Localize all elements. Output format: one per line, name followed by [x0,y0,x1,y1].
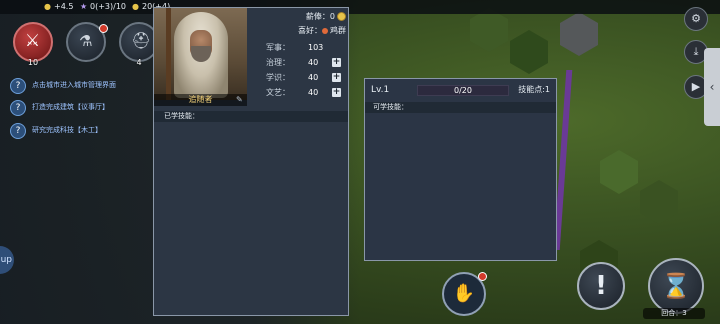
salary-row: 薪俸：0 [254,11,346,23]
learnable-skills-header: 可学技能： [365,102,556,113]
learned-skills-label: 已学技能： [164,112,199,120]
hobby-label: 喜好： [298,26,322,35]
skill-header: Lv.1 0/20 技能点:1 [365,79,556,101]
quest-text: 点击城市进入城市管理界面 [32,81,116,89]
learned-skills-header: 已学技能： [154,111,348,122]
quest-text: 打造完成建筑【议事厅】 [32,103,109,111]
stat-value: 40 [308,58,319,67]
skill-panel: Lv.1 0/20 技能点:1 可学技能： [364,78,557,261]
stat-value: 40 [308,73,319,82]
stat-row-military: 军事： 103 [254,41,346,54]
increase-knowledge-button[interactable]: + [332,73,341,82]
stat-label: 军事： [266,43,290,52]
generals-count: 4 [136,58,142,67]
skill-level: Lv.1 [371,85,390,95]
exclamation-icon: ! [595,271,607,301]
stat-label: 治理： [266,58,290,67]
side-drawer-toggle[interactable]: ‹ [704,48,720,126]
stat-label: 学识： [266,73,290,82]
crossed-swords-icon: ⚔ [25,31,41,51]
stat-row-arts: 文艺： 40 + [254,86,346,99]
income-value: +4.5 [54,2,74,11]
interact-button[interactable]: ✋ [442,272,487,316]
hand-icon: ✋ [452,283,476,304]
food-icon: ● [132,2,139,11]
question-icon: ? [10,78,26,94]
advisor-button[interactable]: ⚗ [66,22,108,62]
play-icon: ▶ [691,80,701,93]
stat-row-knowledge: 学识： 40 + [254,71,346,84]
battle-count: 10 [27,58,39,67]
hobby-row: 喜好： 鸡群 [254,25,346,37]
xp-text: 0/20 [454,86,472,95]
star-icon: ★ [80,2,88,11]
skill-points: 技能点:1 [518,85,550,94]
edit-name-icon[interactable]: ✎ [236,96,244,104]
quest-item[interactable]: ? 打造完成建筑【议事厅】 [10,99,150,116]
learnable-skills-label: 可学技能： [373,103,408,111]
stat-row-governance: 治理： 40 + [254,56,346,69]
coin-icon: ● [44,2,51,11]
settings-button[interactable]: ⚙ [684,7,708,31]
notification-dot [478,272,487,281]
chevron-left-icon: ‹ [709,80,715,94]
name-bar: 追随者 ✎ [154,94,247,106]
alert-button[interactable]: ! [577,262,625,310]
helmet-icon: ⛑ [131,31,152,50]
hourglass-icon: ⌛ [661,272,691,300]
salary-value: 0 [329,12,335,21]
stat-label: 文艺： [266,88,290,97]
character-name: 追随者 [188,95,213,104]
potion-icon: ⚗ [79,32,93,50]
turn-counter: 回合：3 [643,308,705,319]
quick-label: up [0,255,12,265]
increase-governance-button[interactable]: + [332,58,341,67]
resource-bar: ● +4.5 ★ 0(+3)/10 ● 20(+4) [0,0,720,14]
quest-text: 研究完成科技【木工】 [32,126,102,134]
salary-label: 薪俸： [305,12,330,21]
gear-icon: ⚙ [691,12,701,25]
question-icon: ? [10,100,26,116]
character-portrait [154,8,247,100]
end-turn-button[interactable]: ⌛ [648,258,704,314]
quest-item[interactable]: ? 点击城市进入城市管理界面 [10,77,150,94]
stat-value: 103 [308,43,324,52]
notification-dot [99,24,108,33]
download-icon: ⤓ [693,45,699,58]
hobby-icon [322,27,328,34]
coin-icon [337,12,346,21]
question-icon: ? [10,123,26,139]
xp-bar: 0/20 [417,85,509,96]
character-panel: 追随者 ✎ 薪俸：0 喜好： 鸡群 军事： 103 治理： 40 + 学识： 40… [153,7,349,316]
battle-button[interactable]: ⚔ 10 [13,22,53,67]
stat-value: 40 [308,88,319,97]
increase-arts-button[interactable]: + [332,88,341,97]
quest-item[interactable]: ? 研究完成科技【木工】 [10,122,150,139]
hobby-value: 鸡群 [330,26,346,35]
cities-value: 0(+3)/10 [90,2,126,11]
